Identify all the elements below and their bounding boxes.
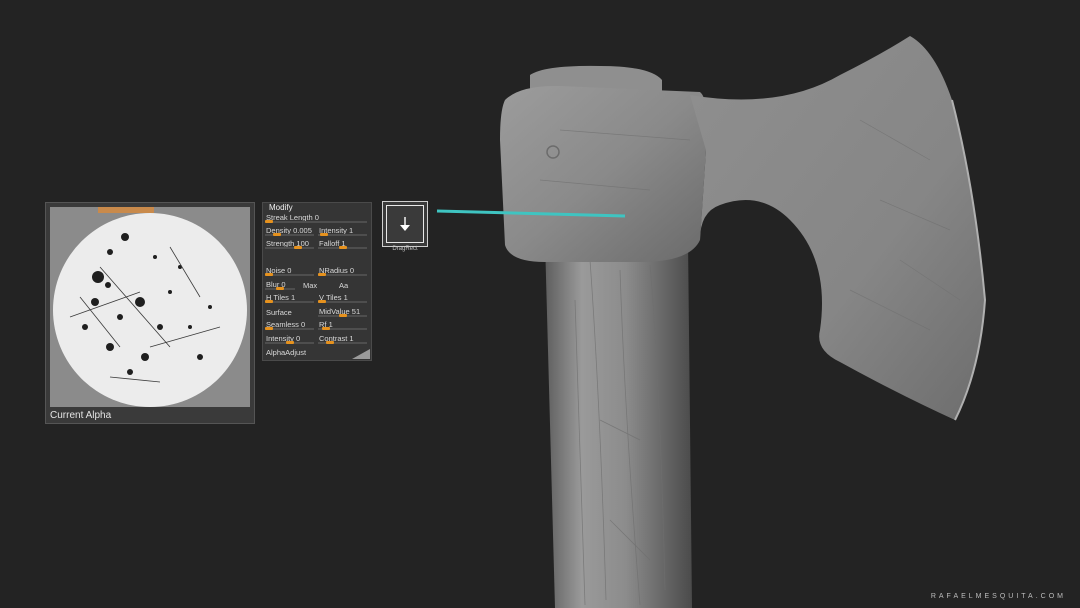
slider-falloff[interactable]: Falloff 1: [318, 239, 367, 249]
slider-streak-length[interactable]: Streak Length 0: [265, 213, 367, 223]
slider-h-tiles[interactable]: H Tiles 1: [265, 293, 314, 303]
slider-density[interactable]: Density 0.005: [265, 226, 314, 236]
current-alpha-panel[interactable]: Current Alpha: [45, 202, 255, 424]
slider-knob[interactable]: [273, 233, 282, 236]
slider-intensity[interactable]: Intensity 1: [318, 226, 367, 236]
dragrect-icon-frame: [386, 205, 424, 243]
slider-knob[interactable]: [320, 233, 329, 236]
slider-midvalue[interactable]: MidValue 51: [318, 307, 367, 317]
dragrect-label: DragRect: [392, 246, 418, 252]
slider-nradius[interactable]: NRadius 0: [318, 266, 367, 276]
alpha-adjust-curve-preview: [352, 349, 370, 359]
slider-knob[interactable]: [338, 246, 347, 249]
arrow-down-icon: [400, 217, 410, 231]
slider-knob[interactable]: [338, 314, 347, 317]
slider-strength[interactable]: Strength 100: [265, 239, 314, 249]
slider-rf[interactable]: Rf 1: [318, 320, 367, 330]
slider-knob[interactable]: [265, 327, 273, 330]
axe-blade: [690, 36, 985, 420]
dragrect-button[interactable]: [382, 201, 428, 247]
alpha-texture: [53, 213, 247, 407]
slider-seamless[interactable]: Seamless 0: [265, 320, 314, 330]
zbrush-viewport: Current Alpha Modify Streak Length 0 Den…: [0, 0, 1080, 608]
slider-knob[interactable]: [265, 300, 273, 303]
modify-panel: Modify Streak Length 0 Density 0.005 Int…: [262, 202, 372, 361]
slider-knob[interactable]: [293, 246, 302, 249]
slider-knob[interactable]: [276, 287, 284, 290]
slider-v-tiles[interactable]: V Tiles 1: [318, 293, 367, 303]
surface-toggle[interactable]: Surface: [266, 308, 292, 317]
slider-knob[interactable]: [322, 327, 331, 330]
watermark: RAFAELMESQUITA.COM: [930, 593, 1066, 600]
slider-knob[interactable]: [326, 341, 335, 344]
slider-knob[interactable]: [265, 273, 273, 276]
slider-contrast[interactable]: Contrast 1: [318, 334, 367, 344]
alpha-adjust-curve[interactable]: AlphaAdjust: [266, 348, 306, 357]
axe-handle: [545, 240, 692, 608]
slider-knob[interactable]: [318, 300, 326, 303]
slider-knob[interactable]: [285, 341, 294, 344]
alpha-caption: Current Alpha: [50, 410, 112, 421]
slider-knob[interactable]: [318, 273, 326, 276]
aa-toggle[interactable]: Aa: [339, 281, 348, 290]
slider-track: [265, 247, 314, 249]
axe-head-eye: [500, 85, 708, 262]
slider-blur[interactable]: Blur 0: [265, 280, 295, 290]
slider-noise[interactable]: Noise 0: [265, 266, 314, 276]
modify-title: Modify: [269, 203, 293, 212]
slider-knob[interactable]: [265, 220, 273, 223]
alpha-preview: [50, 207, 250, 407]
slider-intensity-adjust[interactable]: Intensity 0: [265, 334, 314, 344]
slider-track: [265, 221, 367, 223]
max-toggle[interactable]: Max: [303, 281, 317, 290]
